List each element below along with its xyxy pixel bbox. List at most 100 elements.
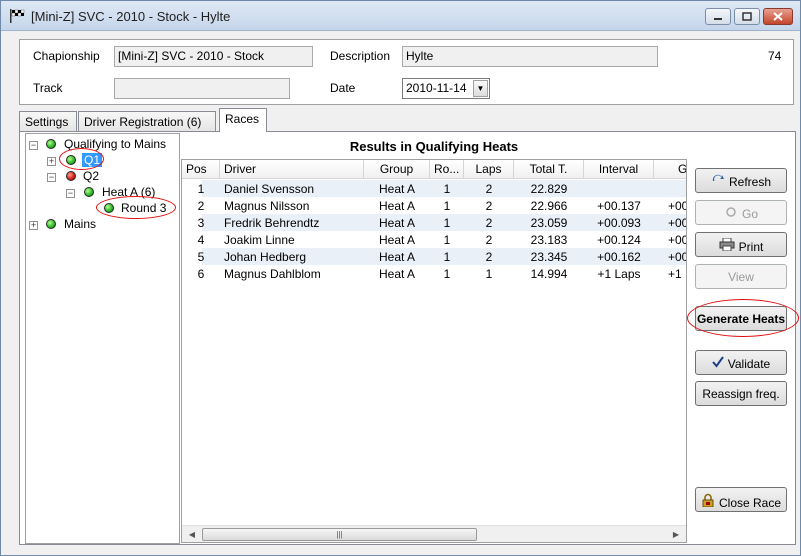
- cell-gap: +00: [668, 233, 687, 247]
- cell-driver: Johan Hedberg: [224, 250, 307, 264]
- cell-total-time: 22.966: [530, 199, 568, 213]
- scroll-thumb[interactable]: |||: [202, 528, 477, 541]
- minimize-button[interactable]: [705, 8, 731, 25]
- application-window: [Mini-Z] SVC - 2010 - Stock - Hylte Chap…: [0, 0, 801, 556]
- chevron-down-icon[interactable]: ▼: [473, 80, 488, 97]
- reassign-freq-label: Reassign freq.: [702, 387, 780, 401]
- date-picker[interactable]: 2010-11-14 ▼: [402, 78, 490, 99]
- validate-label: Validate: [727, 357, 771, 371]
- collapse-icon[interactable]: −: [47, 173, 56, 182]
- cell-driver: Joakim Linne: [224, 233, 295, 247]
- cell-round: 1: [443, 267, 451, 281]
- column-header-group[interactable]: Group: [364, 160, 430, 179]
- close-window-button[interactable]: [763, 8, 793, 25]
- maximize-icon: [742, 12, 752, 21]
- tree-node-q2[interactable]: Q2: [83, 169, 99, 183]
- cell-interval: +00.162: [597, 250, 641, 264]
- cell-laps: 2: [485, 216, 493, 230]
- cell-round: 1: [443, 233, 451, 247]
- cell-interval: +00.137: [597, 199, 641, 213]
- go-icon: [726, 207, 736, 217]
- tab-driver-registration[interactable]: Driver Registration (6): [78, 111, 216, 132]
- cell-gap: +00: [668, 199, 687, 213]
- scroll-right-icon[interactable]: ▶: [668, 527, 684, 542]
- horizontal-scrollbar[interactable]: ◀ ||| ▶: [182, 525, 686, 542]
- close-race-label: Close Race: [718, 496, 782, 510]
- column-header-round[interactable]: Ro...: [430, 160, 464, 179]
- reassign-freq-button[interactable]: Reassign freq.: [695, 381, 787, 406]
- expand-icon[interactable]: +: [29, 221, 38, 230]
- column-header-total-time[interactable]: Total T.: [514, 160, 584, 179]
- results-grid[interactable]: Pos Driver Group Ro... Laps Total T. Int…: [181, 159, 687, 543]
- track-label: Track: [33, 81, 63, 95]
- column-header-driver[interactable]: Driver: [220, 160, 364, 179]
- table-row[interactable]: 3 Fredrik Behrendtz Heat A 1 2 23.059 +00.093 +…: [198, 214, 687, 231]
- refresh-label: Refresh: [728, 175, 772, 189]
- table-row[interactable]: 5 Johan Hedberg Heat A 1 2 23.345 +00.162 +00: [198, 248, 687, 265]
- cell-laps: 2: [485, 233, 493, 247]
- refresh-icon: [712, 174, 724, 181]
- checkmark-icon: [711, 356, 724, 368]
- cell-round: 1: [443, 199, 451, 213]
- table-row[interactable]: 4 Joakim Linne Heat A 1 2 23.183 +00.124 +00: [182, 231, 686, 248]
- tab-races[interactable]: Races: [219, 108, 267, 132]
- cell-group: Heat A: [378, 250, 416, 264]
- cell-total-time: 14.994: [530, 267, 568, 281]
- go-label: Go: [741, 207, 758, 221]
- close-race-button[interactable]: Close Race: [695, 487, 787, 512]
- cell-gap: +00: [668, 216, 687, 230]
- cell-driver: Magnus Nilsson: [224, 199, 310, 213]
- column-header-pos[interactable]: Pos: [182, 160, 220, 179]
- cell-round: 1: [443, 250, 451, 264]
- cell-gap: +00: [668, 250, 687, 264]
- cell-group: Heat A: [378, 182, 416, 196]
- cell-laps: 2: [485, 182, 493, 196]
- highlight-ring-generate: [687, 299, 799, 337]
- table-row[interactable]: 6 Magnus Dahlblom Heat A 1 1 14.994 +1 Laps +1: [182, 265, 686, 282]
- cell-interval: +1 Laps: [597, 267, 641, 281]
- title-bar[interactable]: [Mini-Z] SVC - 2010 - Stock - Hylte: [1, 1, 800, 31]
- status-green-icon: [84, 187, 94, 197]
- table-row[interactable]: 2 Magnus Nilsson Heat A 1 2 22.966 +00.137 +00: [182, 197, 686, 214]
- collapse-icon[interactable]: −: [29, 141, 38, 150]
- cell-pos: 3: [197, 216, 205, 230]
- cell-pos: 5: [197, 250, 205, 264]
- refresh-button[interactable]: Refresh: [695, 168, 787, 193]
- maximize-button[interactable]: [734, 8, 760, 25]
- cell-driver: Daniel Svensson: [224, 182, 315, 196]
- column-header-laps[interactable]: Laps: [464, 160, 514, 179]
- go-button[interactable]: Go: [695, 200, 787, 225]
- cell-laps: 2: [485, 199, 493, 213]
- cell-total-time: 23.345: [530, 250, 568, 264]
- highlight-ring-round: [96, 196, 176, 219]
- checkered-flag-icon: [10, 9, 25, 23]
- date-label: Date: [330, 81, 356, 95]
- column-header-interval[interactable]: Interval: [584, 160, 654, 179]
- view-button[interactable]: View: [695, 264, 787, 289]
- track-field: [114, 78, 290, 99]
- collapse-icon[interactable]: −: [66, 189, 75, 198]
- championship-field: [Mini-Z] SVC - 2010 - Stock: [114, 46, 313, 67]
- description-field: Hylte: [402, 46, 658, 67]
- highlight-ring-q1: [59, 148, 104, 170]
- table-row[interactable]: 1 Daniel Svensson Heat A 1 2 22.829: [198, 180, 686, 197]
- status-green-icon: [46, 139, 56, 149]
- cell-interval: +00.093: [597, 216, 641, 230]
- minimize-icon: [714, 18, 722, 20]
- record-id: 74: [768, 49, 782, 63]
- grid-title: Results in Qualifying Heats: [349, 139, 519, 154]
- date-value: 2010-11-14: [406, 81, 467, 95]
- expand-icon[interactable]: +: [47, 157, 56, 166]
- scroll-left-icon[interactable]: ◀: [184, 527, 200, 542]
- column-header-gap[interactable]: G: [654, 160, 686, 179]
- validate-button[interactable]: Validate: [695, 350, 787, 375]
- cell-gap: [668, 180, 686, 197]
- race-tree[interactable]: − Qualifying to Mains + Q1 − Q2 − Heat A…: [25, 133, 180, 544]
- tab-settings[interactable]: Settings: [19, 111, 77, 132]
- cell-total-time: 23.183: [530, 233, 568, 247]
- cell-group: Heat A: [378, 233, 416, 247]
- cell-pos: 4: [197, 233, 205, 247]
- cell-pos: 6: [197, 267, 205, 281]
- tree-node-mains[interactable]: Mains: [64, 217, 96, 231]
- print-button[interactable]: Print: [695, 232, 787, 257]
